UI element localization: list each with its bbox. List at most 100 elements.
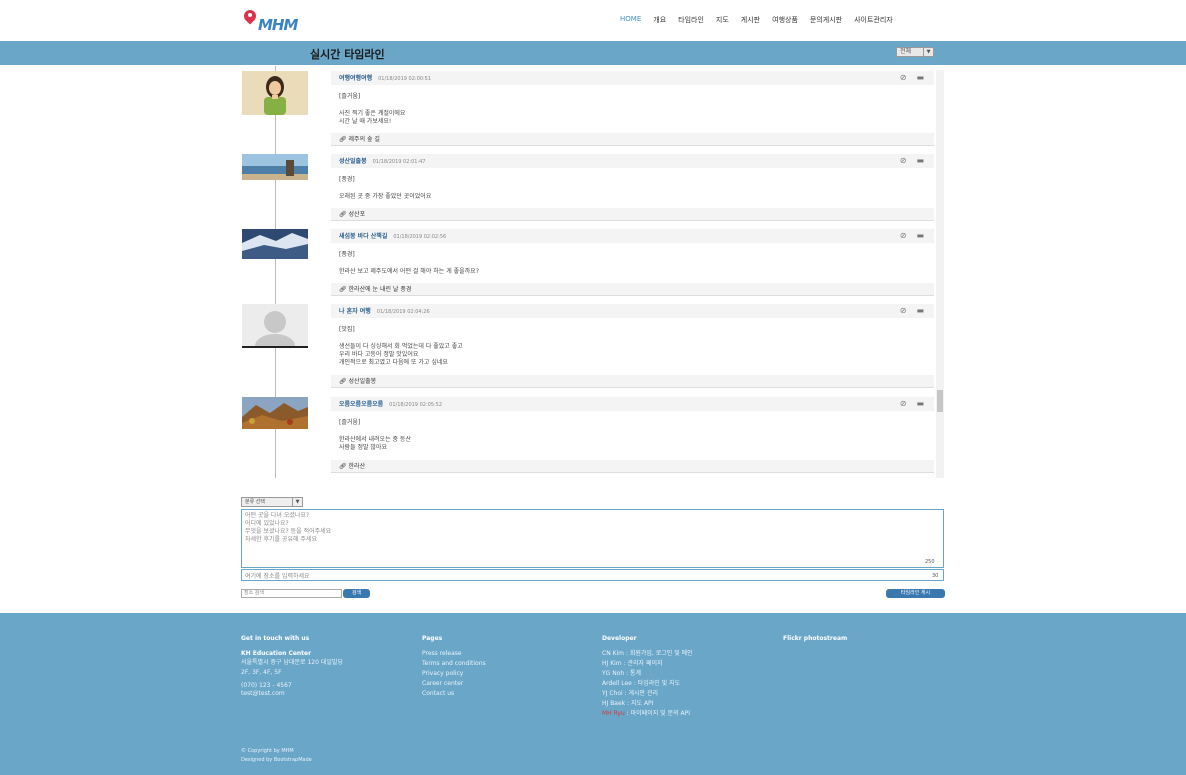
timeline-post: 새섬봉 바다 산책길 01/18/2019 02:02:56 ⊘ ▬ [풍경] 한… xyxy=(331,229,934,296)
nav-inquiry[interactable]: 문의게시판 xyxy=(810,15,842,27)
post-author[interactable]: 오름오름오름오름 01/18/2019 02:05:52 xyxy=(339,399,442,408)
nav-map[interactable]: 지도 xyxy=(716,15,729,27)
chevron-down-icon: ▼ xyxy=(923,48,933,56)
search-button[interactable]: 검색 xyxy=(343,589,370,598)
post-header: 새섬봉 바다 산책길 01/18/2019 02:02:56 ⊘ ▬ xyxy=(331,229,934,243)
main-nav: HOME 개요 타임라인 지도 게시판 여행상품 문의게시판 사이트관리자 xyxy=(620,15,893,27)
content-textarea[interactable]: 어떤 곳을 다녀 오셨나요? 어디에 있었나요? 무엇을 보셨나요? 등을 적어… xyxy=(241,509,944,568)
post-date: 01/18/2019 02:04:26 xyxy=(376,309,430,315)
report-icon[interactable]: ⊘ xyxy=(900,231,907,240)
comment-icon[interactable]: ▬ xyxy=(916,231,924,240)
seaside-photo-icon xyxy=(242,154,308,180)
site-logo[interactable]: MHM xyxy=(241,7,314,34)
post-body: 오래된 곳 중 가장 좋았던 곳이었어요 xyxy=(339,193,432,200)
footer-pages-heading: Pages xyxy=(422,635,443,642)
post-thumbnail[interactable] xyxy=(242,397,308,429)
post-tag: [풍경] xyxy=(339,251,355,258)
footer-link-press[interactable]: Press release xyxy=(422,649,486,659)
timeline-scrollbar[interactable] xyxy=(936,70,944,478)
link-icon: 🔗︎ xyxy=(339,378,349,385)
post-header: 성산일출봉 01/18/2019 02:01:47 ⊘ ▬ xyxy=(331,154,934,168)
footer-link-terms[interactable]: Terms and conditions xyxy=(422,659,486,669)
footer-flickr-heading: Flickr photostream xyxy=(783,635,848,642)
footer-copyright: © Copyright by MHM xyxy=(241,748,294,754)
post-thumbnail[interactable] xyxy=(242,71,308,115)
developer-item: HJ Kim : 관리자 페이지 xyxy=(602,660,663,667)
nav-site-admin[interactable]: 사이트관리자 xyxy=(854,15,893,27)
category-select[interactable]: 분류 선택 ▼ xyxy=(241,497,303,507)
post-tag: [즐거움] xyxy=(339,419,361,426)
post-date: 01/18/2019 02:00:51 xyxy=(378,76,431,82)
post-place[interactable]: 🔗︎ 성산포 xyxy=(331,208,934,221)
title-bar xyxy=(0,41,1186,65)
link-icon: 🔗︎ xyxy=(339,463,349,470)
post-tag: [풍경] xyxy=(339,176,355,183)
post-header: 여행여행여행 01/18/2019 02:00:51 ⊘ ▬ xyxy=(331,71,934,85)
nav-board[interactable]: 게시판 xyxy=(741,15,760,27)
post-author[interactable]: 여행여행여행 01/18/2019 02:00:51 xyxy=(339,73,431,82)
post-actions: ⊘ ▬ xyxy=(900,306,924,315)
comment-icon[interactable]: ▬ xyxy=(916,73,924,82)
link-icon: 🔗︎ xyxy=(339,211,349,218)
footer-developer-list: CN Kim : 회원가입, 로그인 및 메인 HJ Kim : 관리자 페이지… xyxy=(602,649,693,719)
content-char-count: 250 xyxy=(925,559,935,565)
post-thumbnail[interactable] xyxy=(242,154,308,180)
report-icon[interactable]: ⊘ xyxy=(900,306,907,315)
footer-link-contact[interactable]: Contact us xyxy=(422,689,486,699)
comment-icon[interactable]: ▬ xyxy=(916,306,924,315)
map-pin-dot xyxy=(248,13,252,17)
footer-developer-heading: Developer xyxy=(602,635,637,642)
post-place[interactable]: 🔗︎ 한라산 xyxy=(331,460,934,473)
post-actions: ⊘ ▬ xyxy=(900,156,924,165)
footer-pages-list: Press release Terms and conditions Priva… xyxy=(422,649,486,699)
comment-icon[interactable]: ▬ xyxy=(916,399,924,408)
report-icon[interactable]: ⊘ xyxy=(900,156,907,165)
post-actions: ⊘ ▬ xyxy=(900,73,924,82)
post-place[interactable]: 🔗︎ 성산일출봉 xyxy=(331,375,934,388)
post-actions: ⊘ ▬ xyxy=(900,399,924,408)
post-thumbnail[interactable] xyxy=(242,229,308,259)
woman-avatar-icon xyxy=(242,71,308,115)
timeline-post: 여행여행여행 01/18/2019 02:00:51 ⊘ ▬ [즐거움] 사진 찍… xyxy=(331,71,934,146)
chevron-down-icon: ▼ xyxy=(292,498,302,506)
footer-org-name: KH Education Center xyxy=(241,650,312,657)
nav-home[interactable]: HOME xyxy=(620,15,641,27)
post-timeline-button[interactable]: 타임라인 게시 xyxy=(886,589,945,598)
footer-email[interactable]: test@test.com xyxy=(241,689,285,699)
post-thumbnail[interactable] xyxy=(242,304,308,358)
post-header: 오름오름오름오름 01/18/2019 02:05:52 ⊘ ▬ xyxy=(331,397,934,411)
link-icon: 🔗︎ xyxy=(339,286,349,293)
filter-select[interactable]: 전체 ▼ xyxy=(896,47,934,57)
place-search-input[interactable]: 장소 검색 xyxy=(241,589,342,598)
autumn-mountain-icon xyxy=(242,397,308,429)
nav-overview[interactable]: 개요 xyxy=(653,15,666,27)
post-author[interactable]: 새섬봉 바다 산책길 01/18/2019 02:02:56 xyxy=(339,231,446,240)
place-char-count: 30 xyxy=(932,573,939,579)
timeline-list: 여행여행여행 01/18/2019 02:00:51 ⊘ ▬ [즐거움] 사진 찍… xyxy=(240,66,946,478)
report-icon[interactable]: ⊘ xyxy=(900,399,907,408)
scrollbar-thumb[interactable] xyxy=(937,390,943,412)
post-place[interactable]: 🔗︎ 제주의 숲 길 xyxy=(331,133,934,146)
site-header xyxy=(0,0,1186,41)
footer-link-privacy[interactable]: Privacy policy xyxy=(422,669,486,679)
developer-item: CN Kim : 회원가입, 로그인 및 메인 xyxy=(602,650,693,657)
footer-designed-by[interactable]: Designed by BootstrapMade xyxy=(241,756,312,765)
filter-value: 전체 xyxy=(900,48,912,55)
footer-contact-heading: Get in touch with us xyxy=(241,635,310,642)
winter-landscape-icon xyxy=(242,229,308,259)
nav-timeline[interactable]: 타임라인 xyxy=(678,15,704,27)
timeline-post: 나 혼자 여행 01/18/2019 02:04:26 ⊘ ▬ [맛집] 생선들이… xyxy=(331,304,934,388)
post-place[interactable]: 🔗︎ 한라산에 눈 내린 날 풍경 xyxy=(331,283,934,296)
report-icon[interactable]: ⊘ xyxy=(900,73,907,82)
developer-item: YJ Choi : 게시판 관리 xyxy=(602,690,659,697)
developer-item: Ardell Lee : 타임라인 및 지도 xyxy=(602,680,681,687)
nav-tour-products[interactable]: 여행상품 xyxy=(772,15,798,27)
post-author[interactable]: 성산일출봉 01/18/2019 02:01:47 xyxy=(339,156,425,165)
comment-icon[interactable]: ▬ xyxy=(916,156,924,165)
logo-text: MHM xyxy=(258,16,298,34)
footer-link-career[interactable]: Career center xyxy=(422,679,486,689)
post-author[interactable]: 나 혼자 여행 01/18/2019 02:04:26 xyxy=(339,306,430,315)
category-value: 분류 선택 xyxy=(245,499,265,505)
place-input[interactable]: 여기에 장소를 입력하세요 xyxy=(241,569,944,581)
developer-item: YG Noh : 통계 xyxy=(602,670,642,677)
